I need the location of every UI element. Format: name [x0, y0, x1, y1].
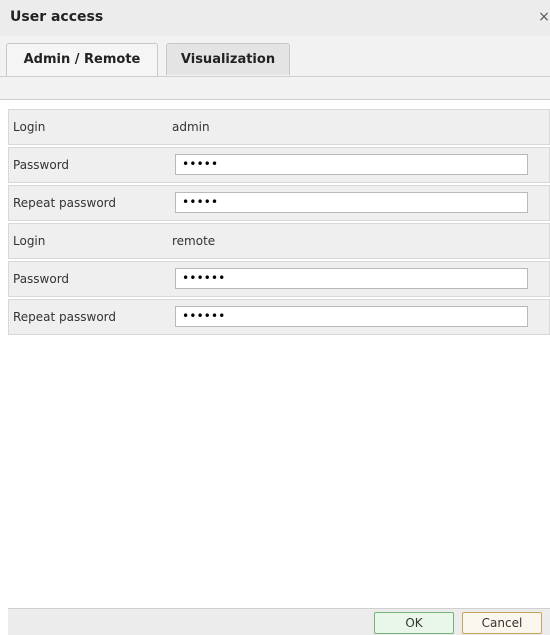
remote-repeat-password-row: Repeat password •••••• — [8, 299, 550, 335]
tab-divider — [0, 76, 550, 77]
ok-button[interactable]: OK — [374, 612, 454, 634]
remote-login-row: Login remote — [8, 223, 550, 259]
form-rows: Login admin Password ••••• Repeat passwo… — [8, 109, 550, 337]
admin-login-value: admin — [172, 120, 210, 134]
remote-login-label: Login — [13, 234, 46, 248]
tab-bar: Admin / Remote Visualization — [0, 36, 550, 100]
admin-repeat-password-row: Repeat password ••••• — [8, 185, 550, 221]
admin-repeat-password-field[interactable]: ••••• — [175, 192, 528, 213]
admin-password-label: Password — [13, 158, 70, 172]
dialog-footer: OK Cancel — [8, 608, 550, 635]
remote-login-value: remote — [172, 234, 216, 248]
admin-password-row: Password ••••• — [8, 147, 550, 183]
admin-login-label: Login — [13, 120, 46, 134]
close-icon[interactable]: × — [538, 9, 550, 25]
dialog-titlebar: User access × — [0, 0, 550, 37]
remote-password-row: Password •••••• — [8, 261, 550, 297]
remote-password-field[interactable]: •••••• — [175, 268, 528, 289]
remote-repeat-password-label: Repeat password — [13, 310, 117, 324]
dialog-title: User access — [10, 9, 104, 25]
tab-admin-remote[interactable]: Admin / Remote — [6, 43, 158, 77]
remote-repeat-password-field[interactable]: •••••• — [175, 306, 528, 327]
tab-visualization[interactable]: Visualization — [166, 43, 290, 75]
admin-login-row: Login admin — [8, 109, 550, 145]
admin-repeat-password-label: Repeat password — [13, 196, 117, 210]
remote-password-label: Password — [13, 272, 70, 286]
cancel-button[interactable]: Cancel — [462, 612, 542, 634]
admin-password-field[interactable]: ••••• — [175, 154, 528, 175]
